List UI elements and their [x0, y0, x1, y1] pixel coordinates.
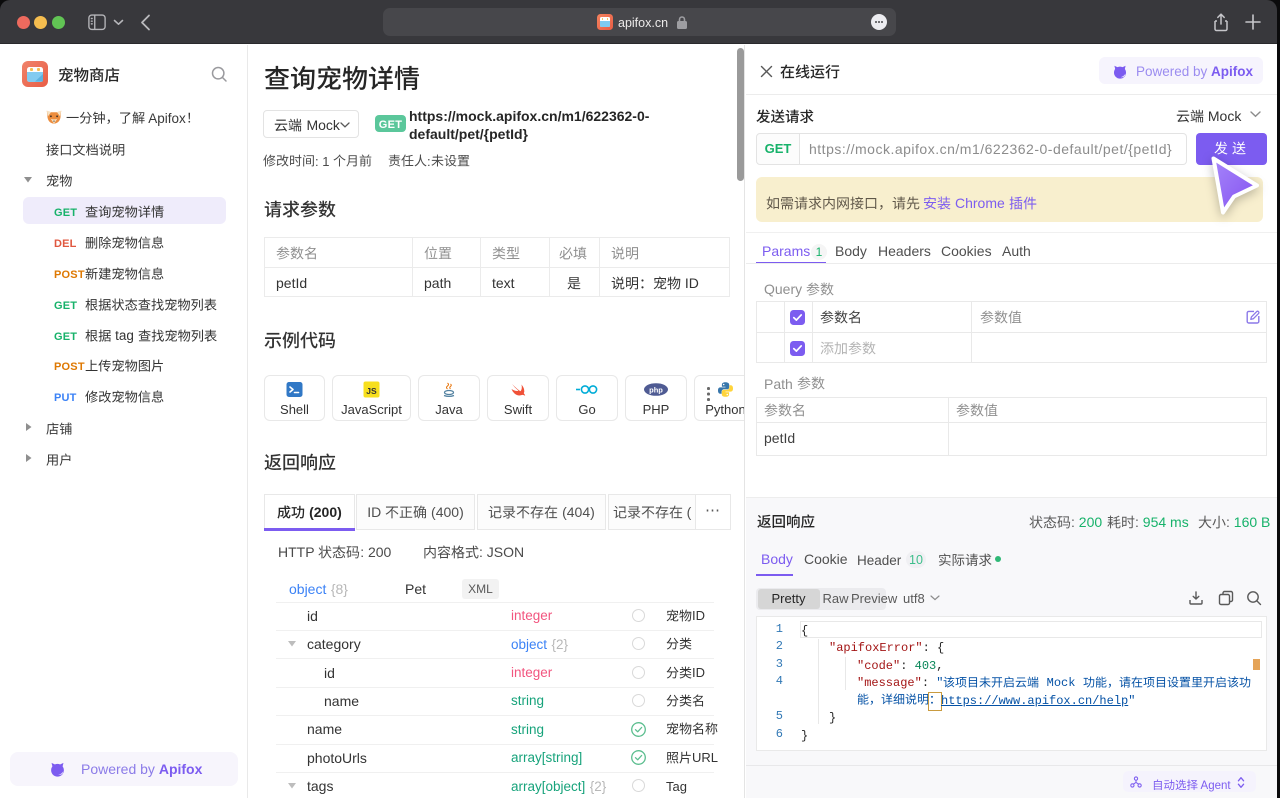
- svg-text:php: php: [649, 386, 663, 395]
- svg-text:JS: JS: [366, 386, 377, 396]
